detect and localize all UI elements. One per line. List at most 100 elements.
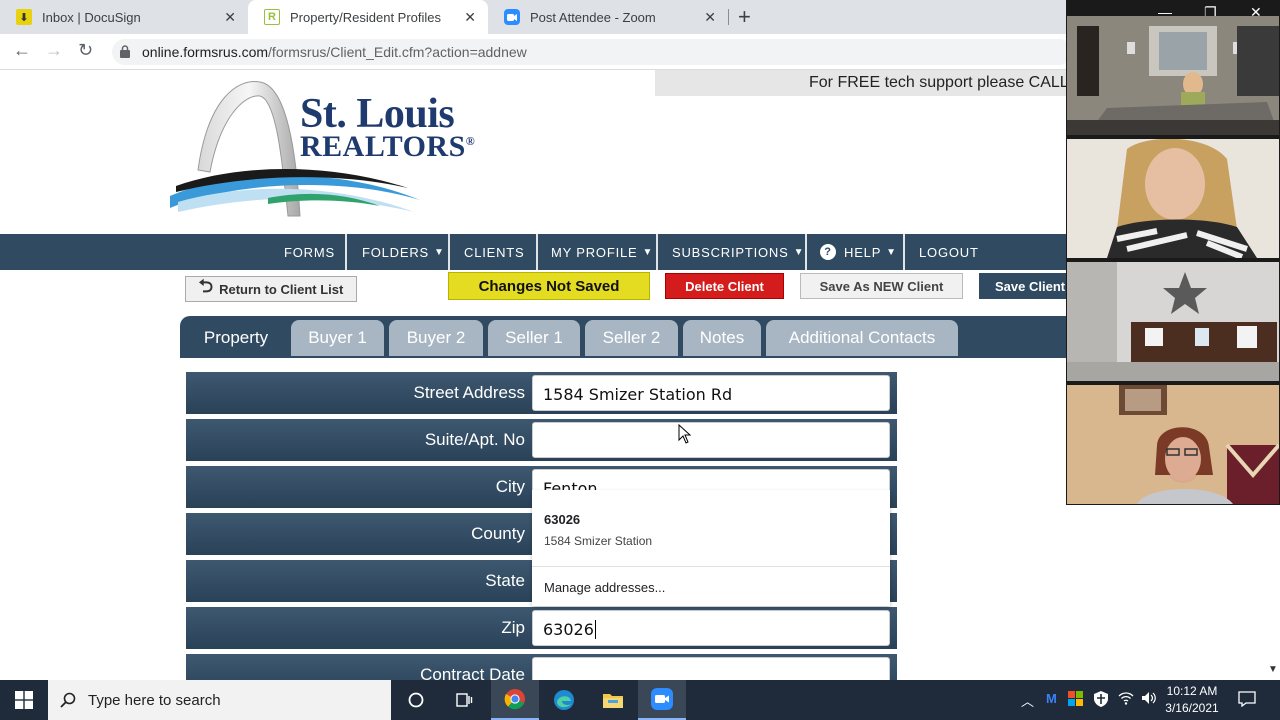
tab-seller-1[interactable]: Seller 1 bbox=[488, 320, 580, 356]
download-icon: ⬇ bbox=[16, 9, 32, 25]
start-button[interactable] bbox=[0, 680, 48, 720]
nav-divider bbox=[656, 234, 658, 270]
suggestion-sub: 1584 Smizer Station bbox=[544, 534, 653, 548]
close-icon[interactable]: ✕ bbox=[704, 9, 716, 26]
nav-divider bbox=[345, 234, 347, 270]
chrome-icon[interactable] bbox=[491, 680, 539, 720]
forward-arrow-icon[interactable]: → bbox=[45, 40, 63, 61]
field-label: County bbox=[471, 524, 525, 543]
browser-tab-property[interactable]: R Property/Resident Profiles ✕ bbox=[248, 0, 488, 34]
field-label: Zip bbox=[501, 618, 525, 637]
security-shield-icon[interactable] bbox=[1094, 691, 1108, 710]
suite-input[interactable] bbox=[532, 422, 890, 458]
tab-title: Post Attendee - Zoom bbox=[530, 9, 656, 25]
tab-seller-2[interactable]: Seller 2 bbox=[585, 320, 678, 356]
browser-tab-docusign[interactable]: ⬇ Inbox | DocuSign ✕ bbox=[0, 0, 248, 34]
taskbar-search-box[interactable]: Type here to search bbox=[48, 680, 391, 720]
browser-tab-zoom[interactable]: Post Attendee - Zoom ✕ bbox=[488, 0, 728, 34]
button-label: Save Client bbox=[995, 278, 1066, 294]
nav-divider bbox=[805, 234, 807, 270]
new-tab-icon[interactable]: + bbox=[738, 4, 751, 30]
button-label: Changes Not Saved bbox=[478, 277, 620, 295]
video-tile-4[interactable] bbox=[1067, 385, 1279, 504]
nav-divider bbox=[903, 234, 905, 270]
reload-icon[interactable]: ↻ bbox=[78, 40, 93, 61]
nav-forms[interactable]: FORMS bbox=[284, 234, 335, 270]
tab-buyer-2[interactable]: Buyer 2 bbox=[389, 320, 483, 356]
office-tray-icon[interactable] bbox=[1068, 691, 1084, 710]
tab-notes[interactable]: Notes bbox=[683, 320, 761, 356]
delete-client-button[interactable]: Delete Client bbox=[665, 273, 784, 299]
changes-not-saved-indicator: Changes Not Saved bbox=[448, 272, 650, 300]
zoom-app-icon[interactable] bbox=[638, 680, 686, 720]
suggestion-main: 63026 bbox=[544, 512, 581, 527]
nav-label: LOGOUT bbox=[919, 244, 979, 260]
save-as-new-client-button[interactable]: Save As NEW Client bbox=[800, 273, 963, 299]
text-caret bbox=[594, 620, 596, 639]
tab-title: Property/Resident Profiles bbox=[290, 9, 442, 25]
field-row-suite: Suite/Apt. No bbox=[186, 419, 897, 461]
nav-help[interactable]: ? HELP ▼ bbox=[820, 234, 897, 270]
contract-date-input[interactable] bbox=[532, 657, 890, 680]
tab-label: Notes bbox=[699, 328, 745, 347]
nav-divider bbox=[448, 234, 450, 270]
manage-addresses-item[interactable]: Manage addresses... bbox=[544, 580, 665, 595]
m-tray-icon[interactable]: M bbox=[1046, 691, 1057, 706]
nav-divider bbox=[536, 234, 538, 270]
taskbar-clock[interactable]: 10:12 AM 3/16/2021 bbox=[1160, 683, 1224, 717]
field-label: Street Address bbox=[413, 383, 525, 402]
nav-folders[interactable]: FOLDERS ▼ bbox=[362, 234, 445, 270]
zoom-icon bbox=[504, 9, 520, 25]
nav-clients[interactable]: CLIENTS bbox=[464, 234, 525, 270]
nav-my-profile[interactable]: MY PROFILE ▼ bbox=[551, 234, 653, 270]
logo-line-2: REALTORS® bbox=[300, 130, 475, 164]
video-tile-3[interactable] bbox=[1067, 262, 1279, 381]
button-label: Save As NEW Client bbox=[819, 278, 944, 294]
video-tile-2[interactable] bbox=[1067, 139, 1279, 258]
participant-video bbox=[1067, 139, 1279, 258]
zip-input[interactable]: 63026 bbox=[532, 610, 890, 646]
zoom-video-panel: — ❐ ✕ bbox=[1066, 0, 1280, 505]
url-path: /formsrus/Client_Edit.cfm?action=addnew bbox=[268, 44, 527, 60]
back-arrow-icon[interactable]: ← bbox=[13, 40, 31, 61]
nav-label: FOLDERS bbox=[362, 244, 430, 260]
nav-label: HELP bbox=[844, 244, 882, 260]
return-to-client-list-button[interactable]: ⮌ Return to Client List bbox=[185, 276, 357, 302]
support-banner: For FREE tech support please CALL bbox=[655, 70, 1066, 96]
field-label: City bbox=[495, 477, 525, 496]
office-video bbox=[1067, 262, 1279, 381]
formsrus-icon: R bbox=[264, 9, 280, 25]
nav-subscriptions[interactable]: SUBSCRIPTIONS ▼ bbox=[672, 234, 804, 270]
close-icon[interactable]: ✕ bbox=[464, 9, 476, 26]
search-placeholder: Type here to search bbox=[88, 691, 221, 709]
registered-mark: ® bbox=[465, 134, 476, 148]
video-tile-1[interactable] bbox=[1067, 16, 1279, 135]
windows-taskbar: Type here to search ︿ M 10:12 AM 3/16/20… bbox=[0, 680, 1280, 720]
file-explorer-icon[interactable] bbox=[589, 680, 637, 720]
tab-label: Seller 1 bbox=[505, 328, 563, 347]
tab-buyer-1[interactable]: Buyer 1 bbox=[291, 320, 384, 356]
button-label: Return to Client List bbox=[219, 281, 344, 297]
button-label: Delete Client bbox=[685, 278, 764, 294]
close-icon[interactable]: ✕ bbox=[224, 9, 236, 26]
scroll-down-arrow-icon[interactable]: ▼ bbox=[1268, 664, 1278, 675]
tab-label: Buyer 1 bbox=[308, 328, 367, 347]
show-hidden-icons-icon[interactable]: ︿ bbox=[1021, 691, 1034, 710]
street-address-input[interactable]: 1584 Smizer Station Rd bbox=[532, 375, 890, 411]
task-view-icon[interactable] bbox=[440, 680, 488, 720]
lock-icon bbox=[120, 45, 132, 59]
notifications-icon[interactable] bbox=[1238, 691, 1256, 710]
edge-icon[interactable] bbox=[540, 680, 588, 720]
cortana-icon[interactable] bbox=[392, 680, 440, 720]
save-client-button[interactable]: Save Client bbox=[979, 273, 1066, 299]
web-page: For FREE tech support please CALL St. Lo… bbox=[0, 70, 1066, 680]
nav-label: MY PROFILE bbox=[551, 244, 638, 260]
tab-property[interactable]: Property bbox=[186, 320, 286, 356]
zip-value: 63026 bbox=[543, 620, 594, 639]
field-label: Suite/Apt. No bbox=[424, 430, 525, 449]
nav-logout[interactable]: LOGOUT bbox=[919, 234, 979, 270]
volume-icon[interactable] bbox=[1141, 691, 1157, 708]
url-field[interactable]: online.formsrus.com/formsrus/Client_Edit… bbox=[112, 39, 1072, 65]
wifi-icon[interactable] bbox=[1118, 691, 1134, 708]
tab-additional-contacts[interactable]: Additional Contacts bbox=[766, 320, 958, 356]
